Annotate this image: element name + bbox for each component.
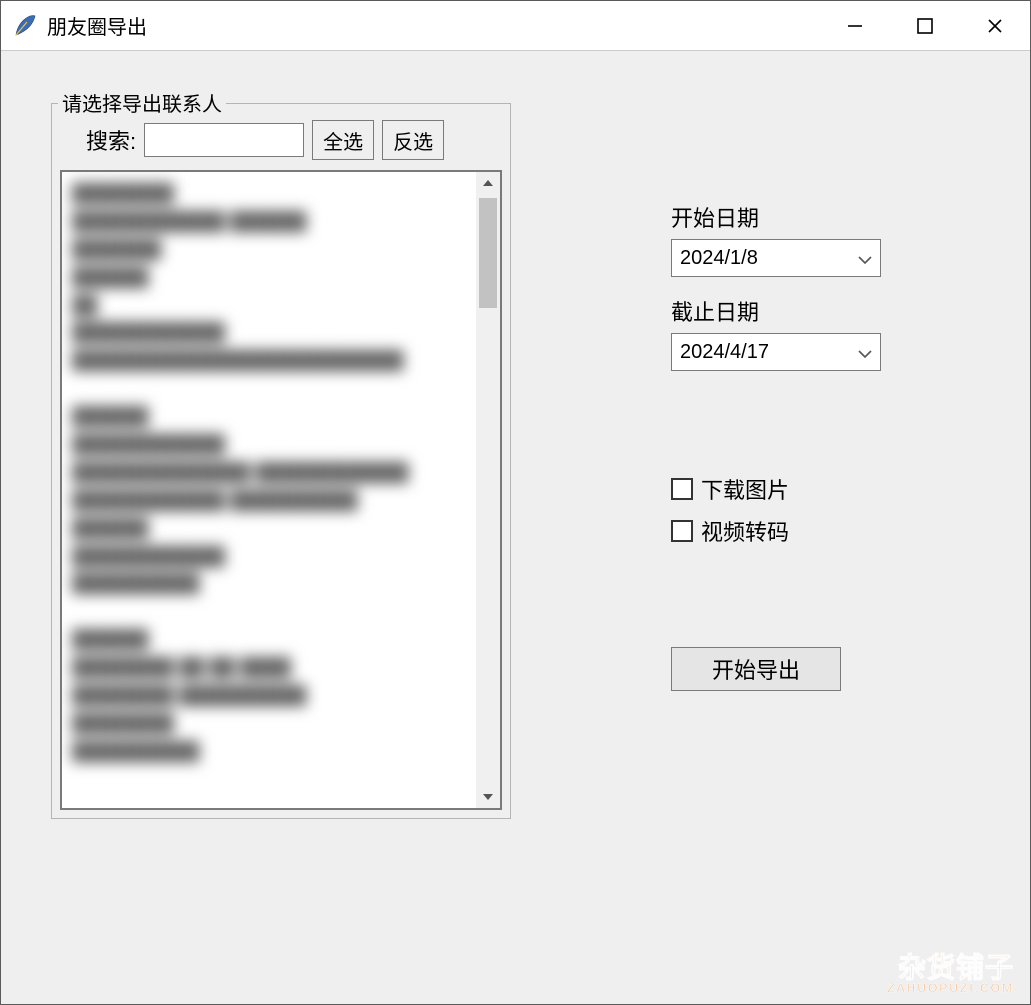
scroll-thumb[interactable] bbox=[479, 198, 497, 308]
invert-selection-button[interactable]: 反选 bbox=[382, 120, 444, 160]
close-button[interactable] bbox=[960, 1, 1030, 50]
chevron-down-icon bbox=[858, 247, 872, 270]
search-input[interactable] bbox=[144, 123, 304, 157]
start-date-value: 2024/1/8 bbox=[680, 247, 758, 270]
download-images-checkbox[interactable]: 下载图片 bbox=[671, 473, 789, 505]
end-date-label: 截止日期 bbox=[671, 295, 759, 327]
end-date-value: 2024/4/17 bbox=[680, 341, 769, 364]
select-all-button[interactable]: 全选 bbox=[312, 120, 374, 160]
titlebar: 朋友圈导出 bbox=[1, 1, 1030, 51]
window-title: 朋友圈导出 bbox=[47, 11, 147, 40]
start-date-combobox[interactable]: 2024/1/8 bbox=[671, 239, 881, 277]
contact-panel-legend: 请选择导出联系人 bbox=[58, 88, 226, 117]
contact-scrollbar[interactable] bbox=[476, 172, 500, 808]
checkbox-icon bbox=[671, 520, 693, 542]
search-label: 搜索: bbox=[86, 124, 136, 156]
watermark-line1: 杂货铺子 bbox=[887, 954, 1014, 982]
download-images-label: 下载图片 bbox=[701, 473, 789, 505]
video-transcode-label: 视频转码 bbox=[701, 515, 789, 547]
start-export-button[interactable]: 开始导出 bbox=[671, 647, 841, 691]
video-transcode-checkbox[interactable]: 视频转码 bbox=[671, 515, 789, 547]
options-panel: 开始日期 2024/1/8 截止日期 2024/4/17 下载图片 bbox=[671, 201, 881, 691]
contact-list-placeholder: ████████ ████████████ ██████ ███████ ███… bbox=[62, 172, 476, 808]
maximize-button[interactable] bbox=[890, 1, 960, 50]
scroll-down-icon[interactable] bbox=[476, 786, 500, 808]
start-date-label: 开始日期 bbox=[671, 201, 759, 233]
contact-listbox-container: ████████ ████████████ ██████ ███████ ███… bbox=[60, 170, 502, 810]
chevron-down-icon bbox=[858, 341, 872, 364]
checkbox-icon bbox=[671, 478, 693, 500]
search-row: 搜索: 全选 反选 bbox=[60, 114, 502, 170]
end-date-combobox[interactable]: 2024/4/17 bbox=[671, 333, 881, 371]
scroll-up-icon[interactable] bbox=[476, 172, 500, 194]
client-area: 请选择导出联系人 搜索: 全选 反选 ████████ ████████████… bbox=[1, 51, 1030, 1004]
watermark-line2: ZAHUOPUZI.COM bbox=[887, 982, 1014, 994]
minimize-button[interactable] bbox=[820, 1, 890, 50]
contact-listbox[interactable]: ████████ ████████████ ██████ ███████ ███… bbox=[62, 172, 476, 808]
contact-panel: 请选择导出联系人 搜索: 全选 反选 ████████ ████████████… bbox=[51, 103, 511, 819]
watermark: 杂货铺子 ZAHUOPUZI.COM bbox=[887, 954, 1014, 994]
feather-icon bbox=[13, 14, 37, 38]
app-window: 朋友圈导出 请选择导出联系人 搜索: 全选 反选 bbox=[0, 0, 1031, 1005]
window-controls bbox=[820, 1, 1030, 50]
